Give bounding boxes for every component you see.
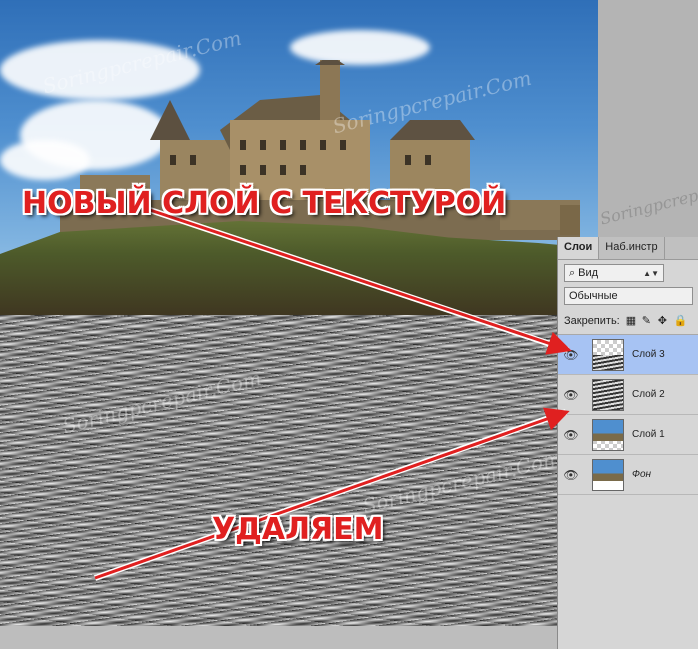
watermark: Soringpcrepair.Com [598,170,698,229]
blend-row: Обычные [558,284,698,308]
lock-pixels-icon[interactable]: ✎ [642,316,652,327]
chevron-updown-icon: ▲▼ [643,268,659,278]
layer-thumbnail [592,378,624,411]
layer-filter-value: Вид [578,267,599,279]
layer-row-1[interactable]: 👁 Слой 1 [558,415,698,455]
eye-icon[interactable]: 👁 [558,428,584,442]
lock-row: Закрепить: ▦ ✎ ✥ 🔒 [558,308,698,335]
layer-filter-select[interactable]: ⌕ Вид ▲▼ [564,264,664,282]
lock-all-icon[interactable]: 🔒 [674,316,688,327]
layer-row-2[interactable]: 👁 Слой 2 [558,375,698,415]
lock-position-icon[interactable]: ✥ [658,316,668,327]
tab-layers[interactable]: Слои [558,237,600,259]
layer-row-background[interactable]: 👁 Фон [558,455,698,495]
layer-thumbnail [592,338,624,371]
filter-row: ⌕ Вид ▲▼ [558,260,698,284]
eye-icon[interactable]: 👁 [558,348,584,362]
blend-mode-select[interactable]: Обычные [564,287,693,305]
search-icon: ⌕ [569,266,576,279]
delete-annotation: УДАЛЯЕМ [212,512,384,547]
canvas-bottom-strip [0,626,560,649]
lock-label: Закрепить: [564,315,620,327]
layer-row-3[interactable]: 👁 Слой 3 [558,335,698,375]
tab-tool-presets[interactable]: Наб.инстр [599,237,665,259]
eye-icon[interactable]: 👁 [558,468,584,482]
new-layer-annotation: НОВЫЙ СЛОЙ С ТЕКСТУРОЙ [22,186,507,221]
layer-name: Фон [632,469,652,480]
panel-tabs: Слои Наб.инстр [558,237,698,260]
layer-thumbnail [592,418,624,451]
layers-panel: Слои Наб.инстр ⌕ Вид ▲▼ Обычные Закрепит… [557,237,698,649]
lock-transparency-icon[interactable]: ▦ [626,316,636,327]
eye-icon[interactable]: 👁 [558,388,584,402]
layer-name: Слой 3 [632,349,665,360]
layer-name: Слой 1 [632,429,665,440]
blend-mode-value: Обычные [569,290,618,302]
layer-thumbnail [592,458,624,491]
layer-name: Слой 2 [632,389,665,400]
